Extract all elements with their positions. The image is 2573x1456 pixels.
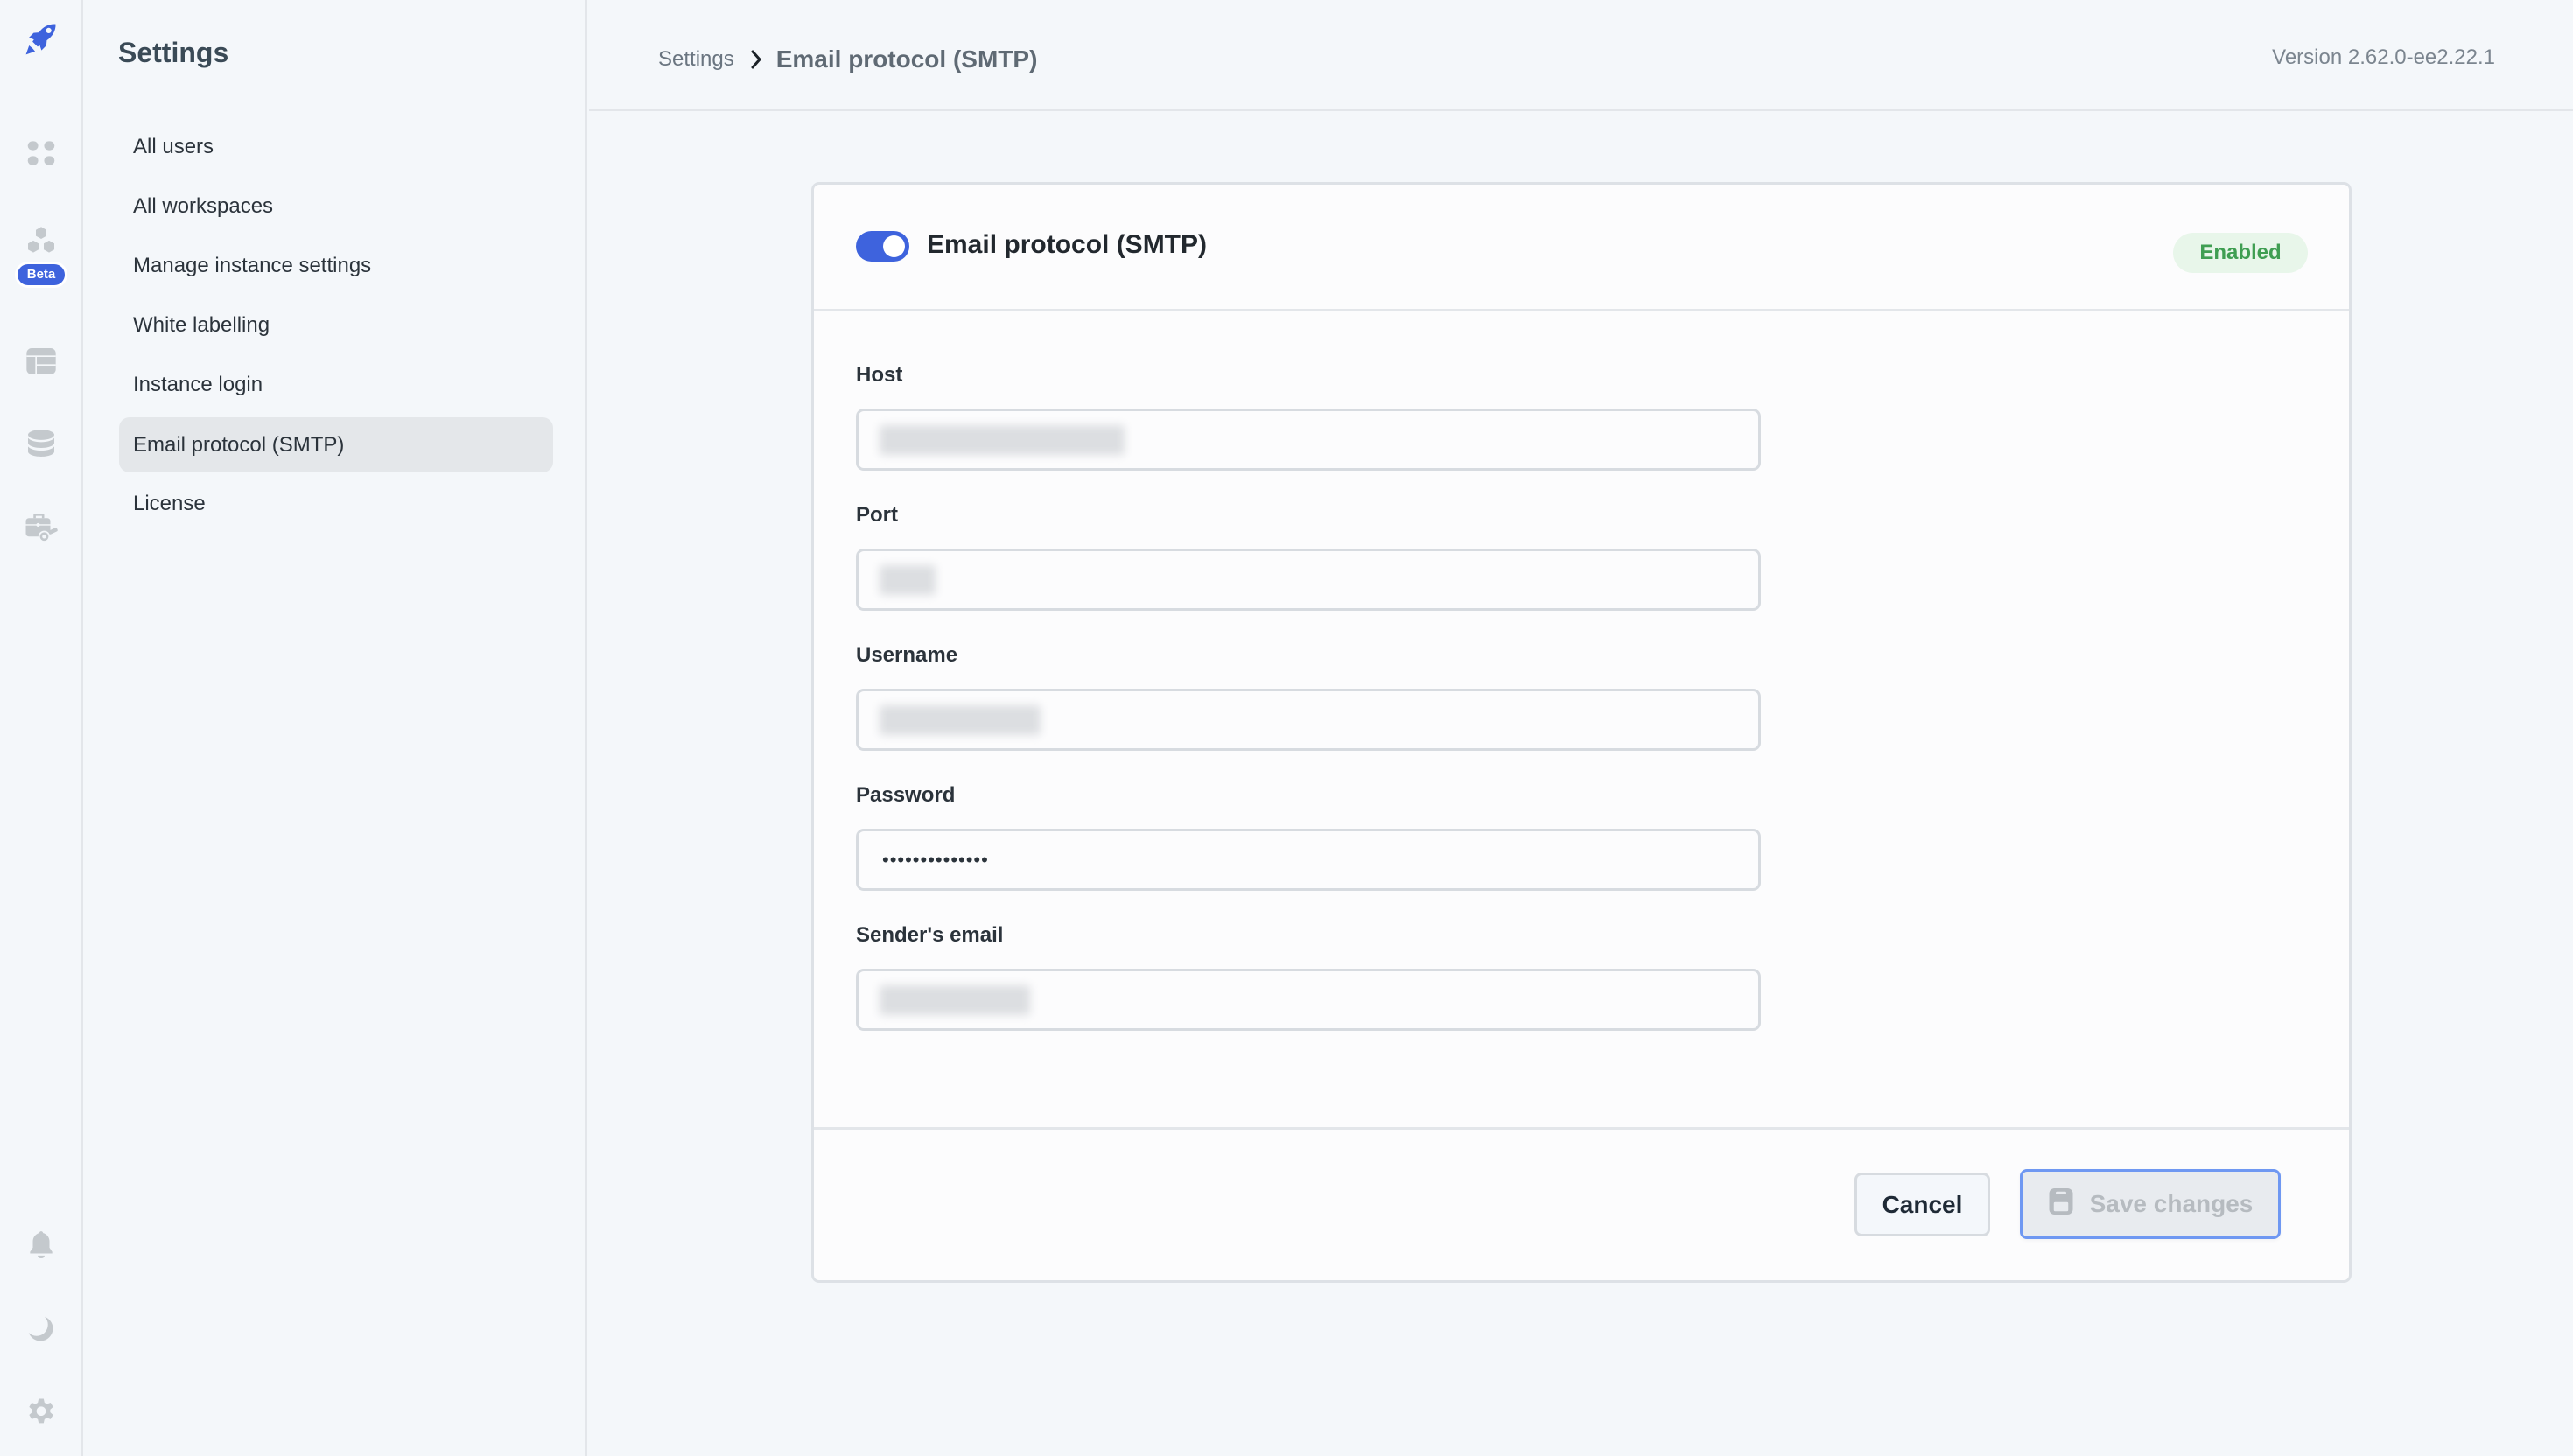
sender-email-value-redacted (880, 984, 1030, 1015)
sender-email-field-group: Sender's email (856, 921, 1761, 1031)
chevron-right-icon (750, 49, 762, 70)
breadcrumb: Settings Email protocol (SMTP) (658, 42, 1037, 77)
username-label: Username (856, 643, 958, 667)
gear-icon[interactable] (21, 1391, 61, 1432)
host-label: Host (856, 363, 903, 387)
password-field-group: Password •••••••••••••• (856, 781, 1761, 891)
status-badge: Enabled (2173, 233, 2308, 273)
sender-email-label: Sender's email (856, 923, 1004, 947)
toolbox-key-icon[interactable] (21, 506, 61, 546)
cancel-button[interactable]: Cancel (1854, 1172, 1990, 1236)
modules-hexagon-icon[interactable] (21, 220, 61, 261)
apps-grid-icon[interactable] (21, 133, 61, 173)
icon-rail: Beta (0, 0, 83, 1456)
save-changes-button[interactable]: Save changes (2020, 1169, 2281, 1239)
sidebar-item-all-workspaces[interactable]: All workspaces (119, 178, 553, 234)
sidebar-item-manage-instance-settings[interactable]: Manage instance settings (119, 238, 553, 293)
table-layout-icon[interactable] (21, 341, 61, 382)
floppy-disk-icon (2048, 1186, 2074, 1222)
settings-sidebar: Settings All users All workspaces Manage… (83, 0, 587, 1456)
smtp-settings-card: Email protocol (SMTP) Enabled Host Port … (811, 182, 2352, 1283)
password-label: Password (856, 783, 956, 807)
rocket-icon[interactable] (21, 19, 61, 60)
card-title: Email protocol (SMTP) (927, 230, 1208, 259)
password-value: •••••••••••••• (882, 848, 989, 871)
version-label: Version 2.62.0-ee2.22.1 (2272, 46, 2495, 69)
port-value-redacted (880, 564, 936, 595)
sidebar-item-instance-login[interactable]: Instance login (119, 357, 553, 412)
smtp-enabled-toggle[interactable] (856, 231, 909, 262)
card-header: Email protocol (SMTP) Enabled (814, 185, 2349, 312)
page-header: Settings Email protocol (SMTP) Version 2… (589, 0, 2573, 111)
sidebar-item-white-labelling[interactable]: White labelling (119, 298, 553, 353)
moon-icon[interactable] (21, 1309, 61, 1349)
host-field-group: Host (856, 361, 1761, 471)
sidebar-title: Settings (118, 37, 229, 68)
breadcrumb-current: Email protocol (SMTP) (775, 46, 1038, 73)
username-input[interactable] (856, 689, 1761, 751)
username-value-redacted (880, 704, 1041, 735)
sidebar-item-email-protocol-smtp[interactable]: Email protocol (SMTP) (119, 417, 553, 472)
beta-badge: Beta (18, 264, 65, 285)
host-input[interactable] (856, 409, 1761, 471)
password-input[interactable]: •••••••••••••• (856, 829, 1761, 891)
username-field-group: Username (856, 641, 1761, 751)
host-value-redacted (880, 424, 1125, 455)
bell-icon[interactable] (21, 1225, 61, 1265)
port-label: Port (856, 503, 898, 527)
port-input[interactable] (856, 549, 1761, 611)
sidebar-item-all-users[interactable]: All users (119, 119, 553, 174)
save-changes-label: Save changes (2089, 1190, 2254, 1217)
database-icon[interactable] (21, 424, 61, 464)
port-field-group: Port (856, 501, 1761, 611)
breadcrumb-settings-link[interactable]: Settings (658, 47, 734, 72)
toggle-knob (883, 235, 905, 257)
sidebar-item-license[interactable]: License (119, 476, 553, 531)
card-footer-divider (814, 1127, 2349, 1130)
sender-email-input[interactable] (856, 969, 1761, 1031)
